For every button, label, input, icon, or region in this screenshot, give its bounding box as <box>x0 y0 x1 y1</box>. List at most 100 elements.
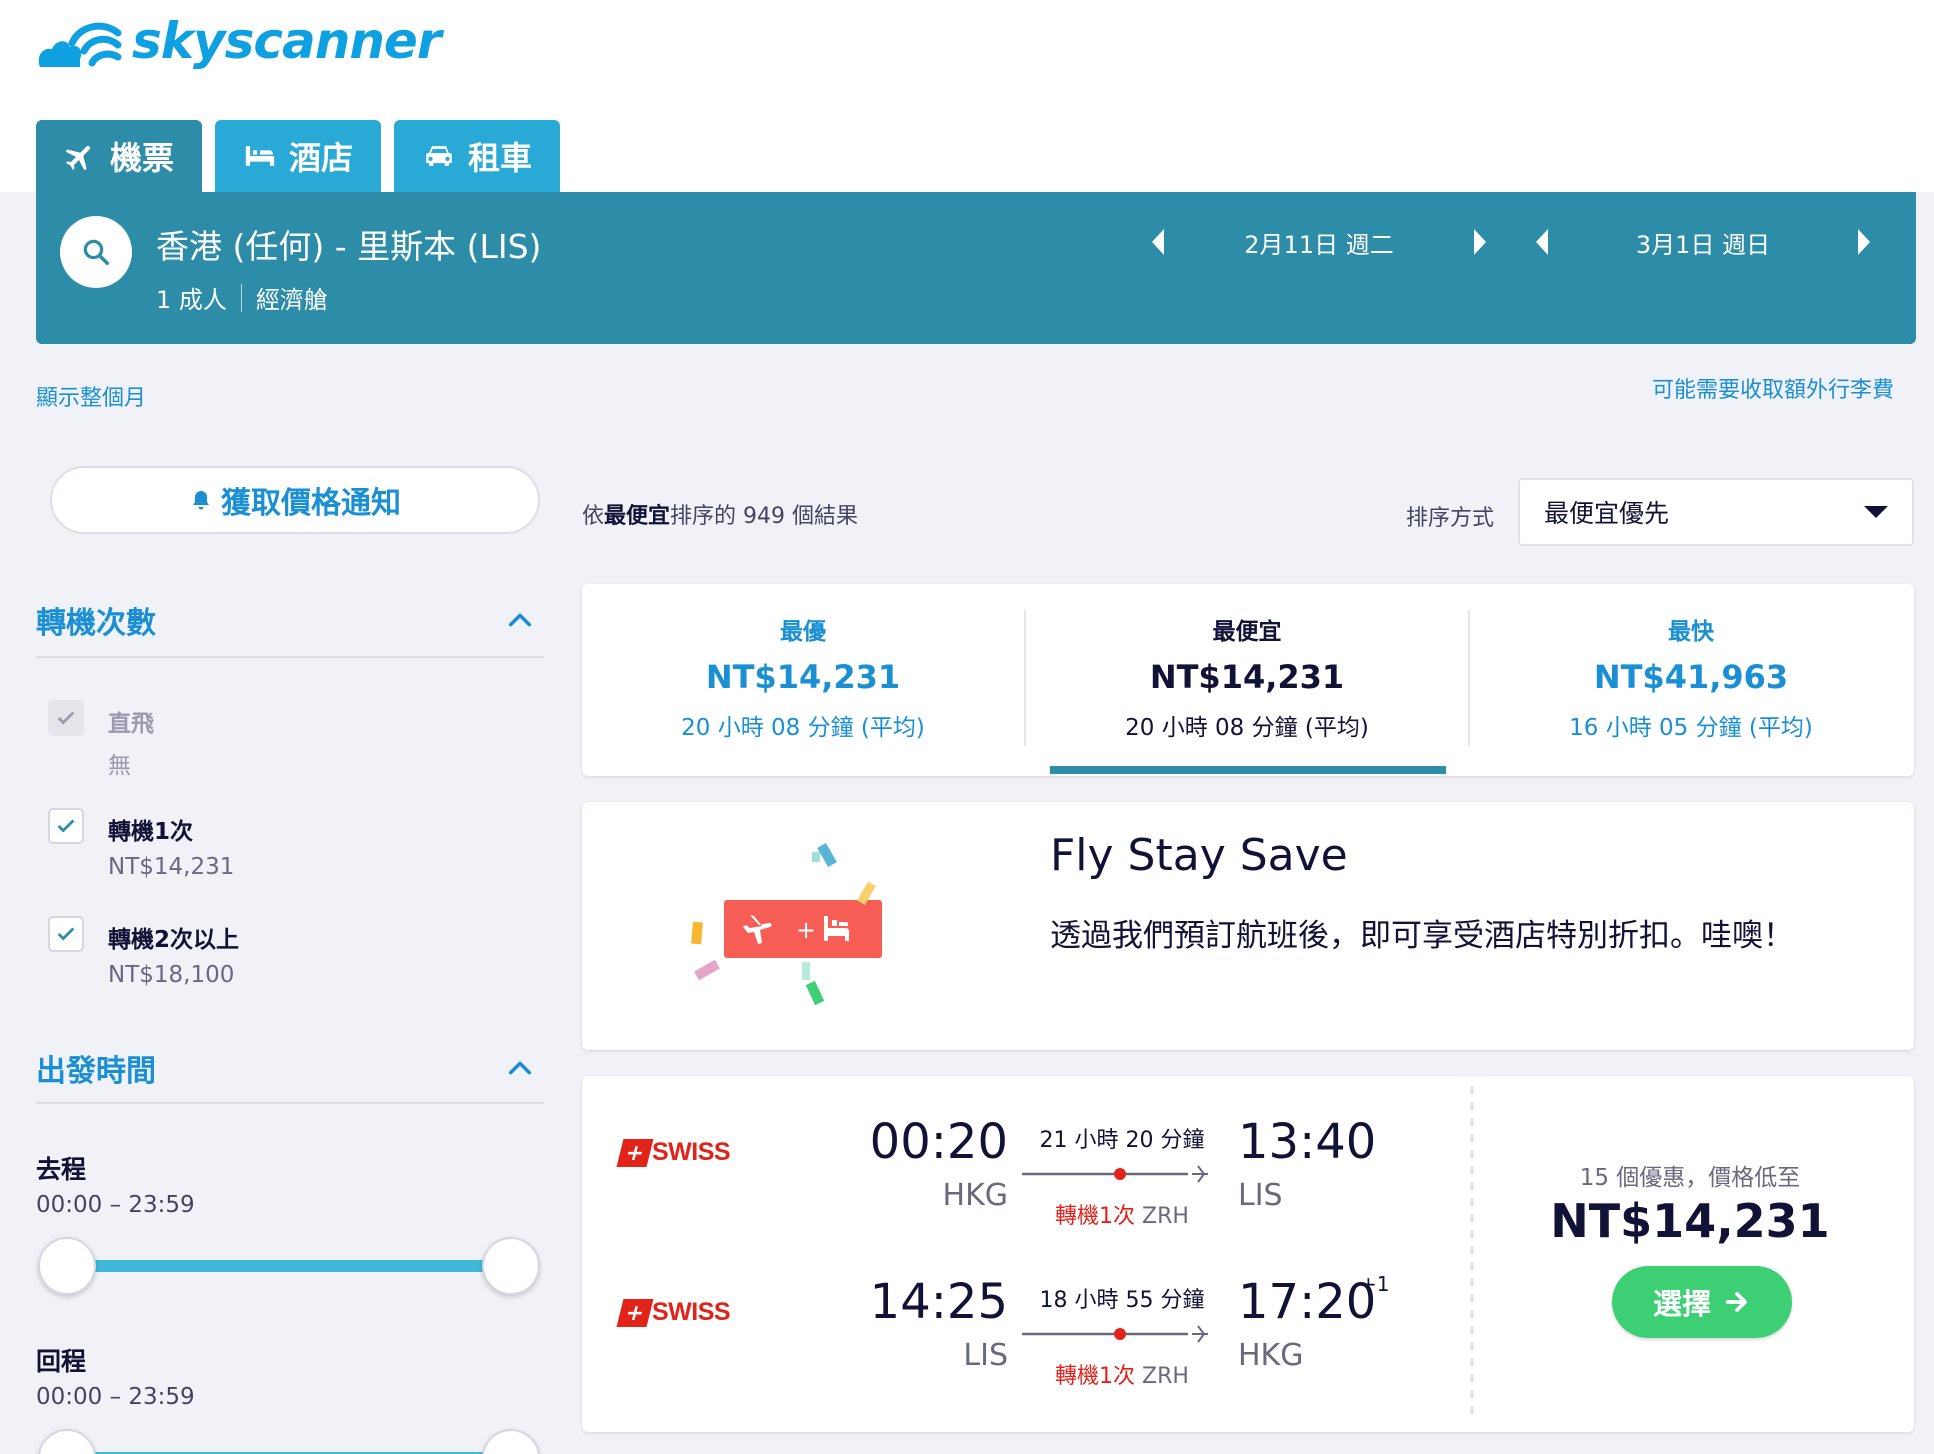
car-icon <box>426 146 452 166</box>
tab-label: 酒店 <box>289 139 354 177</box>
results-count: 依最便宜排序的 949 個結果 <box>582 498 858 530</box>
fly-stay-save-banner[interactable]: + Fly Stay Save 透過我們預訂航班後，即可享受酒店特別折扣。哇噢！ <box>582 802 1914 1050</box>
edit-search-button[interactable] <box>60 216 132 288</box>
best-tab-price: NT$14,231 <box>705 658 901 696</box>
filter-divider <box>36 1102 544 1104</box>
sort-label: 排序方式 <box>1406 506 1495 531</box>
swiss-cross-icon: + <box>616 1298 654 1327</box>
prev-return-date-icon[interactable] <box>1536 229 1548 255</box>
return-range: 00:00 – 23:59 <box>36 1384 195 1410</box>
selected-tab-indicator <box>1050 766 1446 774</box>
leg2-depart-airport: LIS <box>963 1338 1008 1373</box>
return-slider-min-handle[interactable] <box>38 1429 96 1454</box>
best-tab[interactable]: 最優 NT$14,231 20 小時 08 分鐘 (平均) <box>582 584 1024 774</box>
one-stop-label[interactable]: 轉機1次 <box>108 812 193 846</box>
tab-label: 機票 <box>110 139 175 177</box>
cheapest-tab-duration: 20 小時 08 分鐘 (平均) <box>1125 715 1369 741</box>
airline-logo-swiss: + SWISS <box>616 1138 731 1167</box>
stops-filter-title[interactable]: 轉機次數 <box>36 598 156 642</box>
airline-logo-swiss: + SWISS <box>616 1298 731 1327</box>
baggage-fees-link[interactable]: 可能需要收取額外行李費 <box>1652 372 1894 404</box>
leg1-depart-time: 00:20 <box>869 1114 1008 1170</box>
leg1-duration: 21 小時 20 分鐘 <box>1039 1128 1205 1153</box>
promo-text: 透過我們預訂航班後，即可享受酒店特別折扣。哇噢！ <box>1050 918 1794 954</box>
summary-tabs-card: 最優 NT$14,231 20 小時 08 分鐘 (平均) 最便宜 NT$14,… <box>582 584 1914 776</box>
leg2-day-offset: +1 <box>1360 1272 1390 1296</box>
tab-label: 租車 <box>468 139 533 177</box>
return-date[interactable]: 3月1日 週日 <box>1548 225 1858 260</box>
flight-price: NT$14,231 <box>1550 1194 1830 1248</box>
direct-price: 無 <box>108 753 131 779</box>
product-tabs: 機票 酒店 租車 <box>36 120 561 192</box>
search-icon <box>83 239 109 265</box>
price-alert-label: 獲取價格通知 <box>221 486 401 521</box>
leg2-depart-time: 14:25 <box>869 1274 1008 1330</box>
svg-text:+: + <box>796 916 816 944</box>
cheapest-tab[interactable]: 最便宜 NT$14,231 20 小時 08 分鐘 (平均) <box>1026 584 1468 774</box>
brand-name: skyscanner <box>132 12 442 70</box>
leg2-route-line <box>1022 1325 1208 1343</box>
skyscanner-logo[interactable]: skyscanner <box>34 12 442 70</box>
direct-label: 直飛 <box>108 711 154 737</box>
results-suffix: 排序的 949 個結果 <box>670 504 859 529</box>
outbound-slider-max-handle[interactable] <box>482 1237 540 1295</box>
ticket-divider <box>1470 1086 1474 1422</box>
chevron-up-icon[interactable] <box>506 1054 534 1082</box>
return-date-nav: 3月1日 週日 <box>1536 222 1870 262</box>
leg2-stop-count: 轉機1次 <box>1055 1364 1136 1389</box>
tab-flights[interactable]: 機票 <box>36 120 203 192</box>
promo-title: Fly Stay Save <box>1050 830 1348 881</box>
leg2-arrive-airport: HKG <box>1238 1338 1304 1373</box>
return-label: 回程 <box>36 1347 87 1376</box>
separator <box>240 283 242 312</box>
select-flight-button[interactable]: 選擇 <box>1612 1266 1792 1338</box>
next-depart-date-icon[interactable] <box>1474 229 1486 255</box>
one-stop-price: NT$14,231 <box>108 854 235 880</box>
direct-checkbox <box>48 700 84 736</box>
airline-name: SWISS <box>652 1298 731 1326</box>
return-slider-max-handle[interactable] <box>482 1429 540 1454</box>
cheapest-tab-price: NT$14,231 <box>1149 658 1345 696</box>
outbound-slider-min-handle[interactable] <box>38 1237 96 1295</box>
show-whole-month-link[interactable]: 顯示整個月 <box>36 380 146 412</box>
best-tab-duration: 20 小時 08 分鐘 (平均) <box>681 715 925 741</box>
prev-depart-date-icon[interactable] <box>1152 229 1164 255</box>
depart-date[interactable]: 2月11日 週二 <box>1164 225 1474 260</box>
passenger-count: 1 成人 <box>156 286 227 314</box>
price-alert-button[interactable]: 獲取價格通知 <box>50 466 540 534</box>
fly-stay-save-illustration: + <box>691 842 882 1006</box>
check-icon <box>57 927 75 941</box>
plane-icon <box>65 145 91 171</box>
passenger-cabin-info[interactable]: 1 成人 經濟艙 <box>156 280 328 315</box>
results-sort-bold: 最便宜 <box>604 504 671 529</box>
two-plus-stops-checkbox[interactable] <box>48 916 84 952</box>
leg2-arrive-time: 17:20 <box>1238 1274 1377 1330</box>
skyscanner-logo-icon <box>38 22 122 67</box>
fastest-tab-price: NT$41,963 <box>1593 658 1789 696</box>
cabin-class: 經濟艙 <box>255 286 328 314</box>
bed-icon <box>245 146 275 166</box>
leg2-via-airport: ZRH <box>1142 1364 1189 1389</box>
deals-count[interactable]: 15 個優惠，價格低至 <box>1540 1158 1840 1192</box>
leg1-depart-airport: HKG <box>942 1178 1008 1213</box>
route-text[interactable]: 香港 (任何) - 里斯本 (LIS) <box>156 220 541 268</box>
flight-result-card[interactable]: + SWISS 00:20 HKG 21 小時 20 分鐘 轉機1次 ZRH 1… <box>582 1076 1914 1432</box>
fastest-tab-title: 最快 <box>1668 619 1714 645</box>
chevron-up-icon[interactable] <box>506 606 534 634</box>
two-plus-stops-label[interactable]: 轉機2次以上 <box>108 920 239 954</box>
next-return-date-icon[interactable] <box>1858 229 1870 255</box>
leg2-stops: 轉機1次 ZRH <box>1022 1358 1222 1390</box>
bell-icon <box>193 491 209 510</box>
fastest-tab[interactable]: 最快 NT$41,963 16 小時 05 分鐘 (平均) <box>1470 584 1912 774</box>
sort-dropdown[interactable]: 最便宜優先 <box>1518 478 1914 546</box>
departure-times-filter-title[interactable]: 出發時間 <box>36 1046 156 1090</box>
one-stop-checkbox[interactable] <box>48 808 84 844</box>
cheapest-tab-title: 最便宜 <box>1212 619 1282 645</box>
arrow-right-icon <box>1725 1291 1748 1313</box>
tab-hotels[interactable]: 酒店 <box>215 120 382 192</box>
outbound-range: 00:00 – 23:59 <box>36 1192 195 1218</box>
two-plus-stops-price: NT$18,100 <box>108 962 235 988</box>
outbound-slider-track[interactable] <box>68 1260 508 1272</box>
check-icon <box>57 819 75 833</box>
tab-car-hire[interactable]: 租車 <box>394 120 561 192</box>
